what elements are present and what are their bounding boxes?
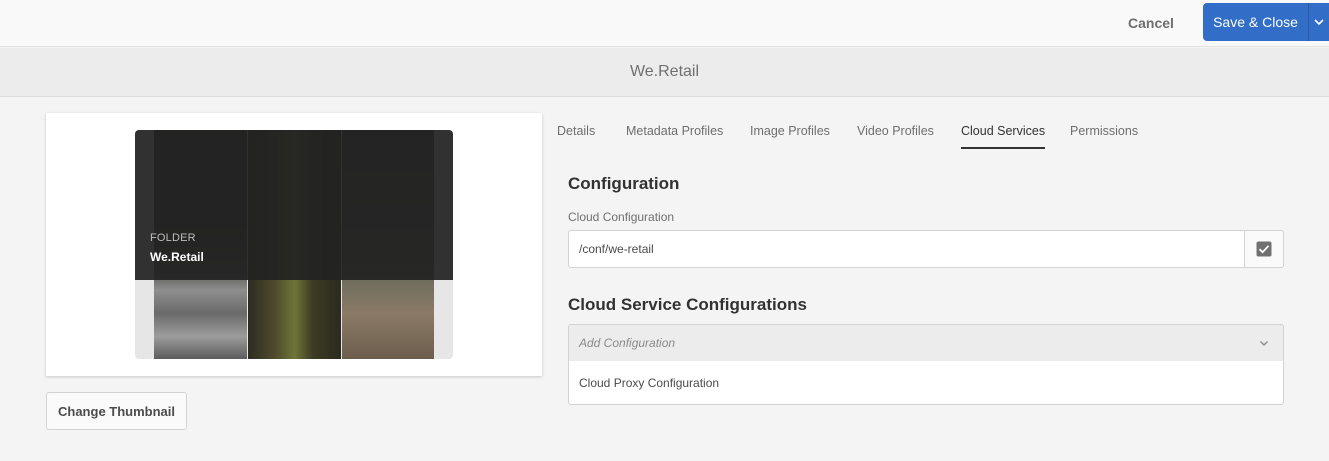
- cloud-service-configurations-heading: Cloud Service Configurations: [568, 295, 807, 314]
- folder-name: We.Retail: [150, 250, 204, 264]
- select-placeholder: Add Configuration: [579, 336, 676, 350]
- tab-video-profiles[interactable]: Video Profiles: [857, 113, 934, 149]
- action-bar: Cancel Save & Close: [0, 0, 1329, 47]
- cloud-configuration-input[interactable]: /conf/we-retail: [568, 230, 1245, 268]
- tab-metadata-profiles[interactable]: Metadata Profiles: [626, 113, 723, 149]
- folder-thumbnail: FOLDER We.Retail: [135, 130, 453, 359]
- save-close-button[interactable]: Save & Close: [1203, 3, 1308, 41]
- page-title: We.Retail: [629, 63, 700, 80]
- change-thumbnail-button[interactable]: Change Thumbnail: [46, 392, 187, 430]
- tab-permissions[interactable]: Permissions: [1070, 113, 1138, 149]
- configuration-heading: Configuration: [568, 174, 680, 193]
- folder-thumbnail-card: FOLDER We.Retail: [46, 113, 542, 376]
- checkbox-icon: [1256, 241, 1272, 257]
- save-options-dropdown[interactable]: [1308, 3, 1329, 41]
- menu-item-cloud-proxy-configuration[interactable]: Cloud Proxy Configuration: [579, 376, 719, 390]
- tab-details[interactable]: Details: [557, 113, 595, 149]
- browse-configuration-button[interactable]: [1244, 230, 1284, 268]
- title-bar: We.Retail: [0, 48, 1329, 97]
- add-configuration-select[interactable]: Add Configuration: [568, 324, 1284, 362]
- tab-image-profiles[interactable]: Image Profiles: [750, 113, 830, 149]
- cloud-configuration-label: Cloud Configuration: [568, 210, 675, 224]
- configuration-options-menu: Cloud Proxy Configuration: [568, 361, 1284, 405]
- cancel-button[interactable]: Cancel: [1117, 8, 1185, 38]
- chevron-down-icon: [1314, 19, 1324, 26]
- thumbnail-overlay: FOLDER We.Retail: [135, 130, 453, 280]
- tab-cloud-services[interactable]: Cloud Services: [961, 113, 1046, 149]
- folder-type-label: FOLDER: [150, 232, 196, 244]
- chevron-down-icon: [1260, 341, 1268, 346]
